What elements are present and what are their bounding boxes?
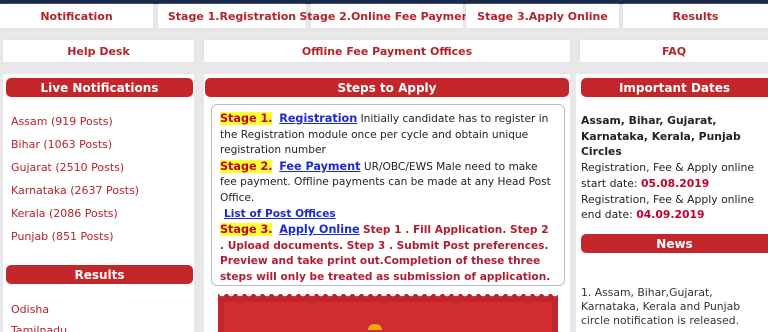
important-dates-header: Important Dates	[581, 78, 768, 97]
end-date-value: 04.09.2019	[636, 208, 705, 222]
news-header: News	[581, 234, 768, 253]
live-notifications-list: Assam (919 Posts) Bihar (1063 Posts) Guj…	[11, 113, 191, 251]
notification-link-karnataka[interactable]: Karnataka (2637 Posts)	[11, 182, 191, 205]
stage1-block: Stage 1. Registration Initially candidat…	[220, 111, 556, 159]
steps-box: Stage 1. Registration Initially candidat…	[211, 104, 565, 286]
india-post-logo-icon	[368, 324, 382, 330]
postage-stamp-banner	[218, 294, 558, 332]
tab-stage3-apply-online[interactable]: Stage 3.Apply Online	[466, 4, 619, 28]
result-link-tamilnadu[interactable]: Tamilnadu	[11, 322, 191, 332]
circles-text: Assam, Bihar, Gujarat, Karnataka, Kerala…	[581, 114, 741, 159]
result-link-odisha[interactable]: Odisha	[11, 301, 191, 322]
notification-link-assam[interactable]: Assam (919 Posts)	[11, 113, 191, 136]
stage1-tag: Stage 1.	[220, 112, 273, 125]
results-list: Odisha Tamilnadu	[11, 301, 191, 332]
results-header: Results	[6, 265, 193, 284]
news-list: 1. Assam, Bihar,Gujarat, Karnataka, Kera…	[581, 286, 767, 328]
notification-link-bihar[interactable]: Bihar (1063 Posts)	[11, 136, 191, 159]
stage2-fee-payment-link[interactable]: Fee Payment	[279, 160, 360, 173]
post-offices-link[interactable]: List of Post Offices	[224, 207, 336, 223]
notification-link-kerala[interactable]: Kerala (2086 Posts)	[11, 205, 191, 228]
live-notifications-header: Live Notifications	[6, 78, 193, 97]
tab-faq[interactable]: FAQ	[580, 40, 768, 62]
notification-link-gujarat[interactable]: Gujarat (2510 Posts)	[11, 159, 191, 182]
stage1-registration-link[interactable]: Registration	[279, 112, 357, 125]
end-date-row: Registration, Fee & Apply online end dat…	[581, 192, 767, 223]
stamp-inner	[224, 302, 552, 332]
stage3-tag: Stage 3.	[220, 223, 273, 237]
tab-offline-fee-offices[interactable]: Offline Fee Payment Offices	[204, 40, 570, 62]
tab-stage2-fee-payment[interactable]: Stage 2.Online Fee Payment	[299, 4, 475, 28]
start-date-value: 05.08.2019	[641, 176, 710, 190]
stage2-tag: Stage 2.	[220, 159, 273, 173]
tab-notification[interactable]: Notification	[0, 4, 153, 28]
news-item[interactable]: 1. Assam, Bihar,Gujarat, Karnataka, Kera…	[581, 286, 767, 328]
steps-header: Steps to Apply	[205, 78, 569, 97]
tab-stage1-registration[interactable]: Stage 1.Registration	[158, 4, 306, 28]
start-date-row: Registration, Fee & Apply online start d…	[581, 160, 767, 191]
important-dates-body: Assam, Bihar, Gujarat, Karnataka, Kerala…	[581, 113, 767, 223]
stage2-block: Stage 2. Fee Payment UR/OBC/EWS Male nee…	[220, 159, 556, 222]
tab-results[interactable]: Results	[623, 4, 768, 28]
stage3-block: Stage 3. Apply Online Step 1 . Fill Appl…	[220, 222, 556, 285]
notification-link-punjab[interactable]: Punjab (851 Posts)	[11, 228, 191, 251]
tab-help-desk[interactable]: Help Desk	[3, 40, 194, 62]
stage3-apply-online-link[interactable]: Apply Online	[279, 223, 359, 236]
